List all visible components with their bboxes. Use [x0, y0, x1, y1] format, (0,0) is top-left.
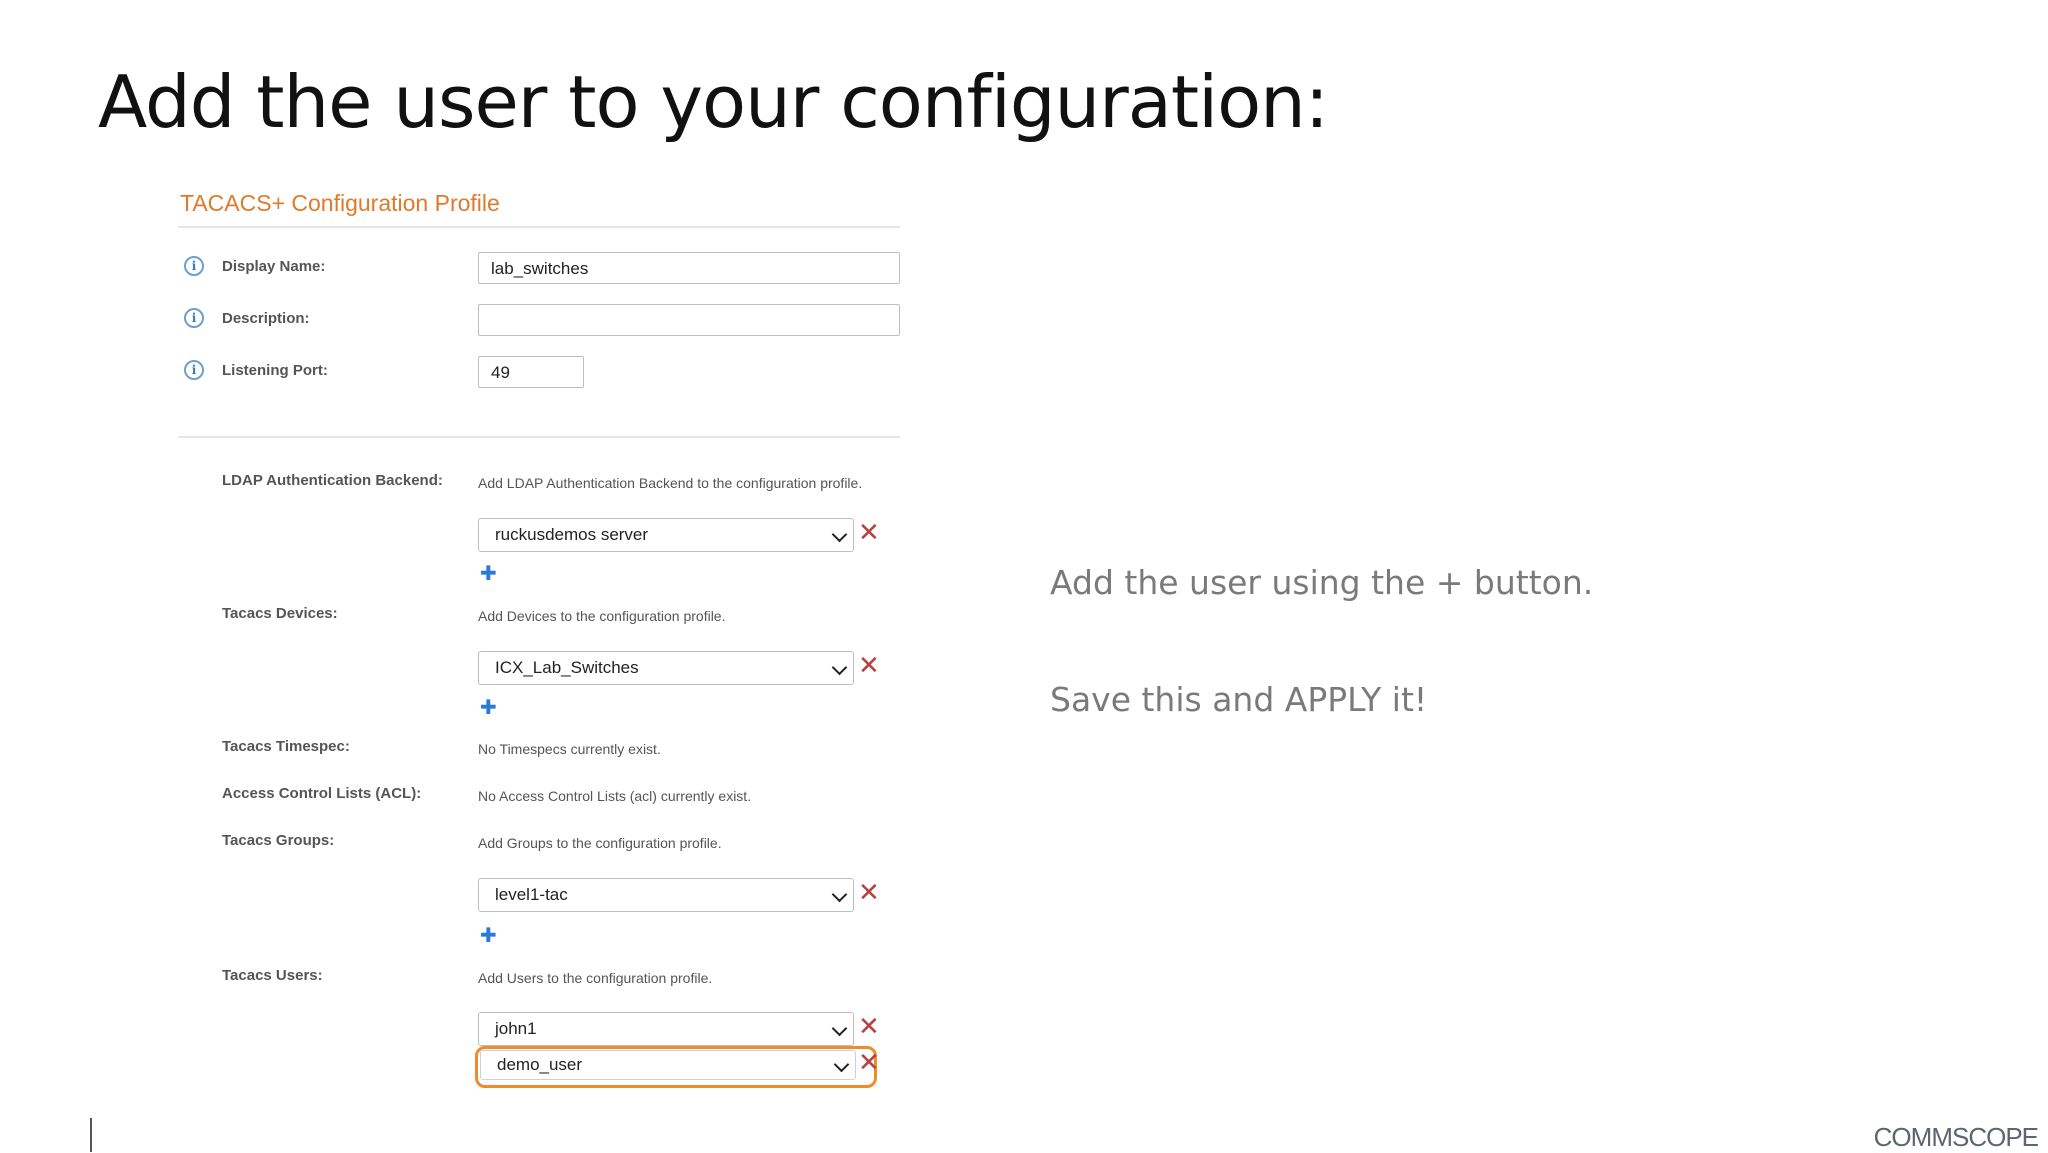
- display-name-field[interactable]: lab_switches: [478, 252, 900, 284]
- divider: [178, 226, 900, 228]
- select-value: john1: [495, 1019, 537, 1038]
- callout-save-apply: Save this and APPLY it!: [1050, 680, 1428, 719]
- add-ldap-icon[interactable]: ✚: [480, 563, 497, 583]
- tacacs-timespec-hint: No Timespecs currently exist.: [478, 741, 661, 757]
- display-name-label: Display Name:: [222, 258, 326, 275]
- tacacs-groups-label: Tacacs Groups:: [222, 832, 335, 849]
- tacacs-profile-panel: TACACS+ Configuration Profile i Display …: [178, 180, 900, 1100]
- add-group-icon[interactable]: ✚: [480, 925, 497, 945]
- select-value: ICX_Lab_Switches: [495, 658, 639, 677]
- remove-group-icon[interactable]: ✕: [858, 880, 880, 906]
- tacacs-devices-select[interactable]: ICX_Lab_Switches: [478, 651, 854, 685]
- info-icon[interactable]: i: [184, 256, 204, 276]
- chevron-down-icon: [831, 1020, 848, 1037]
- slide-title: Add the user to your configuration:: [98, 60, 1329, 144]
- info-icon[interactable]: i: [184, 308, 204, 328]
- tacacs-groups-select[interactable]: level1-tac: [478, 878, 854, 912]
- chevron-down-icon: [833, 1056, 850, 1073]
- tacacs-devices-hint: Add Devices to the configuration profile…: [478, 608, 726, 624]
- footer-divider: [90, 1118, 92, 1152]
- chevron-down-icon: [831, 659, 848, 676]
- remove-user-icon[interactable]: ✕: [858, 1050, 880, 1076]
- tacacs-users-hint: Add Users to the configuration profile.: [478, 970, 713, 986]
- add-device-icon[interactable]: ✚: [480, 697, 497, 717]
- tacacs-groups-hint: Add Groups to the configuration profile.: [478, 835, 722, 851]
- info-icon[interactable]: i: [184, 360, 204, 380]
- remove-device-icon[interactable]: ✕: [858, 653, 880, 679]
- remove-ldap-icon[interactable]: ✕: [858, 520, 880, 546]
- callout-add-user: Add the user using the + button.: [1050, 563, 1594, 602]
- commscope-logo: COMMSCOPE: [1873, 1122, 2039, 1152]
- description-field[interactable]: [478, 304, 900, 336]
- ldap-backend-select[interactable]: ruckusdemos server: [478, 518, 854, 552]
- divider: [178, 436, 900, 438]
- tacacs-users-label: Tacacs Users:: [222, 967, 323, 984]
- select-value: level1-tac: [495, 885, 568, 904]
- tacacs-timespec-label: Tacacs Timespec:: [222, 738, 350, 755]
- ldap-backend-label: LDAP Authentication Backend:: [222, 472, 443, 489]
- tacacs-devices-label: Tacacs Devices:: [222, 605, 338, 622]
- select-value: demo_user: [497, 1055, 583, 1074]
- listening-port-field[interactable]: 49: [478, 356, 584, 388]
- listening-port-label: Listening Port:: [222, 362, 328, 379]
- tacacs-user-select-new[interactable]: demo_user: [480, 1050, 856, 1080]
- remove-user-icon[interactable]: ✕: [858, 1014, 880, 1040]
- chevron-down-icon: [831, 886, 848, 903]
- acl-label: Access Control Lists (ACL):: [222, 785, 422, 802]
- profile-title: TACACS+ Configuration Profile: [180, 190, 500, 216]
- description-label: Description:: [222, 310, 310, 327]
- tacacs-user-select[interactable]: john1: [478, 1012, 854, 1046]
- ldap-backend-hint: Add LDAP Authentication Backend to the c…: [478, 475, 863, 491]
- select-value: ruckusdemos server: [495, 525, 649, 544]
- acl-hint: No Access Control Lists (acl) currently …: [478, 788, 752, 804]
- chevron-down-icon: [831, 526, 848, 543]
